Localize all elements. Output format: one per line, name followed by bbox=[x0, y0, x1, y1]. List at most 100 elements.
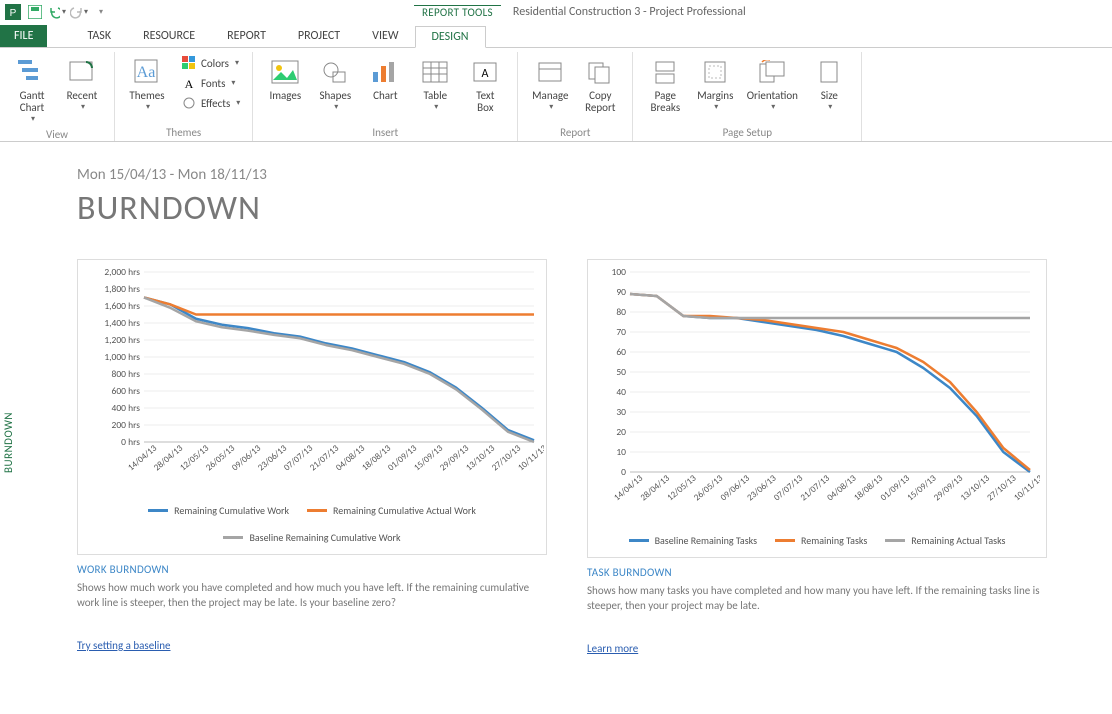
svg-text:10/11/13: 10/11/13 bbox=[516, 443, 544, 474]
margins-button[interactable]: Margins bbox=[691, 54, 739, 114]
svg-text:1,800 hrs: 1,800 hrs bbox=[104, 283, 140, 295]
svg-text:1,000 hrs: 1,000 hrs bbox=[104, 351, 140, 363]
svg-text:0: 0 bbox=[621, 466, 626, 478]
group-page-label: Page Setup bbox=[641, 124, 853, 139]
ribbon: GanttChart Recent View AaThemes Colors A… bbox=[0, 48, 1112, 142]
learnmore-link[interactable]: Learn more bbox=[587, 642, 638, 655]
svg-text:80: 80 bbox=[616, 306, 626, 318]
svg-text:A: A bbox=[185, 77, 194, 90]
svg-text:1,200 hrs: 1,200 hrs bbox=[104, 334, 140, 346]
table-icon bbox=[419, 56, 451, 88]
app-icon: P bbox=[4, 3, 22, 21]
legend-item: Baseline Remaining Cumulative Work bbox=[223, 531, 400, 544]
group-themes-label: Themes bbox=[123, 124, 244, 139]
tab-resource[interactable]: RESOURCE bbox=[127, 25, 211, 47]
undo-icon[interactable] bbox=[48, 3, 66, 21]
orientation-button[interactable]: Orientation bbox=[741, 54, 803, 114]
task-legend: Baseline Remaining TasksRemaining TasksR… bbox=[596, 534, 1038, 547]
contextual-tab-label: REPORT TOOLS bbox=[414, 5, 501, 19]
svg-text:0 hrs: 0 hrs bbox=[121, 436, 140, 448]
gantt-icon bbox=[16, 56, 48, 88]
work-burndown-chart[interactable]: 0 hrs 200 hrs 400 hrs 600 hrs 800 hrs 1,000 h… bbox=[77, 259, 547, 555]
baseline-link[interactable]: Try setting a baseline bbox=[77, 639, 171, 652]
tab-view[interactable]: VIEW bbox=[356, 25, 414, 47]
work-legend: Remaining Cumulative Work Remaining Cumul… bbox=[86, 504, 538, 544]
task-burndown-chart[interactable]: 010203040506070809010014/04/1328/04/1312… bbox=[587, 259, 1047, 558]
orientation-icon bbox=[756, 56, 788, 88]
recent-icon bbox=[66, 56, 98, 88]
size-button[interactable]: Size bbox=[805, 54, 853, 114]
svg-text:1,600 hrs: 1,600 hrs bbox=[104, 300, 140, 312]
textbox-button[interactable]: ATextBox bbox=[461, 54, 509, 116]
svg-text:A: A bbox=[482, 67, 489, 81]
qat-more-icon[interactable]: ▾ bbox=[92, 3, 110, 21]
redo-icon[interactable] bbox=[70, 3, 88, 21]
svg-text:10/11/13: 10/11/13 bbox=[1012, 473, 1040, 504]
manage-icon bbox=[534, 56, 566, 88]
svg-text:800 hrs: 800 hrs bbox=[112, 368, 141, 380]
colors-icon bbox=[181, 55, 197, 71]
themes-button[interactable]: AaThemes bbox=[123, 54, 171, 114]
legend-item: Remaining Cumulative Actual Work bbox=[307, 504, 476, 517]
margins-icon bbox=[699, 56, 731, 88]
task-sub-desc: Shows how many tasks you have completed … bbox=[587, 583, 1047, 614]
svg-text:1,400 hrs: 1,400 hrs bbox=[104, 317, 140, 329]
task-sub-title: TASK BURNDOWN bbox=[587, 566, 1047, 579]
copy-report-button[interactable]: CopyReport bbox=[576, 54, 624, 116]
manage-button[interactable]: Manage bbox=[526, 54, 574, 114]
tab-design[interactable]: DESIGN bbox=[415, 26, 486, 48]
chart-button[interactable]: Chart bbox=[361, 54, 409, 104]
work-sub-title: WORK BURNDOWN bbox=[77, 563, 547, 576]
effects-icon bbox=[181, 95, 197, 111]
svg-text:600 hrs: 600 hrs bbox=[112, 385, 141, 397]
save-icon[interactable] bbox=[26, 3, 44, 21]
effects-button[interactable]: Effects bbox=[177, 94, 244, 112]
task-burndown-card: 010203040506070809010014/04/1328/04/1312… bbox=[587, 259, 1047, 656]
legend-item: Baseline Remaining Tasks bbox=[629, 534, 757, 547]
date-range: Mon 15/04/13 - Mon 18/11/13 bbox=[77, 166, 1082, 184]
report-canvas: Mon 15/04/13 - Mon 18/11/13 BURNDOWN 0 h… bbox=[17, 146, 1112, 676]
tab-file[interactable]: FILE bbox=[0, 25, 47, 47]
images-button[interactable]: Images bbox=[261, 54, 309, 104]
svg-text:2,000 hrs: 2,000 hrs bbox=[104, 266, 140, 278]
svg-text:Aa: Aa bbox=[137, 64, 156, 81]
themes-icon: Aa bbox=[131, 56, 163, 88]
group-view-label: View bbox=[8, 126, 106, 141]
table-button[interactable]: Table bbox=[411, 54, 459, 114]
textbox-icon: A bbox=[469, 56, 501, 88]
window-title: Residential Construction 3 - Project Pro… bbox=[513, 5, 746, 19]
legend-item: Remaining Cumulative Work bbox=[148, 504, 289, 517]
svg-text:10: 10 bbox=[616, 446, 626, 458]
work-sub-desc: Shows how much work you have completed a… bbox=[77, 580, 537, 611]
title-bar: P ▾ REPORT TOOLS Residential Constructio… bbox=[0, 0, 1112, 24]
group-report-label: Report bbox=[526, 124, 624, 139]
svg-text:P: P bbox=[10, 8, 17, 19]
svg-text:50: 50 bbox=[616, 366, 626, 378]
ribbon-tabs: FILE TASK RESOURCE REPORT PROJECT VIEW D… bbox=[0, 24, 1112, 48]
gantt-chart-button[interactable]: GanttChart bbox=[8, 54, 56, 126]
tab-project[interactable]: PROJECT bbox=[282, 25, 356, 47]
page-breaks-button[interactable]: PageBreaks bbox=[641, 54, 689, 116]
legend-item: Remaining Tasks bbox=[775, 534, 867, 547]
shapes-button[interactable]: Shapes bbox=[311, 54, 359, 114]
svg-text:60: 60 bbox=[616, 346, 626, 358]
recent-button[interactable]: Recent bbox=[58, 54, 106, 114]
svg-text:400 hrs: 400 hrs bbox=[112, 402, 141, 414]
tab-report[interactable]: REPORT bbox=[211, 25, 282, 47]
colors-button[interactable]: Colors bbox=[177, 54, 244, 72]
size-icon bbox=[813, 56, 845, 88]
work-burndown-card: 0 hrs 200 hrs 400 hrs 600 hrs 800 hrs 1,000 h… bbox=[77, 259, 547, 656]
images-icon bbox=[269, 56, 301, 88]
page-breaks-icon bbox=[649, 56, 681, 88]
svg-text:90: 90 bbox=[616, 286, 626, 298]
group-insert-label: Insert bbox=[261, 124, 509, 139]
report-title: BURNDOWN bbox=[77, 188, 1082, 229]
svg-text:30: 30 bbox=[616, 406, 626, 418]
tab-task[interactable]: TASK bbox=[71, 25, 127, 47]
fonts-button[interactable]: AFonts bbox=[177, 74, 244, 92]
svg-text:40: 40 bbox=[616, 386, 626, 398]
svg-text:20: 20 bbox=[616, 426, 626, 438]
chart-icon bbox=[369, 56, 401, 88]
svg-text:100: 100 bbox=[612, 266, 627, 278]
svg-text:200 hrs: 200 hrs bbox=[112, 419, 141, 431]
